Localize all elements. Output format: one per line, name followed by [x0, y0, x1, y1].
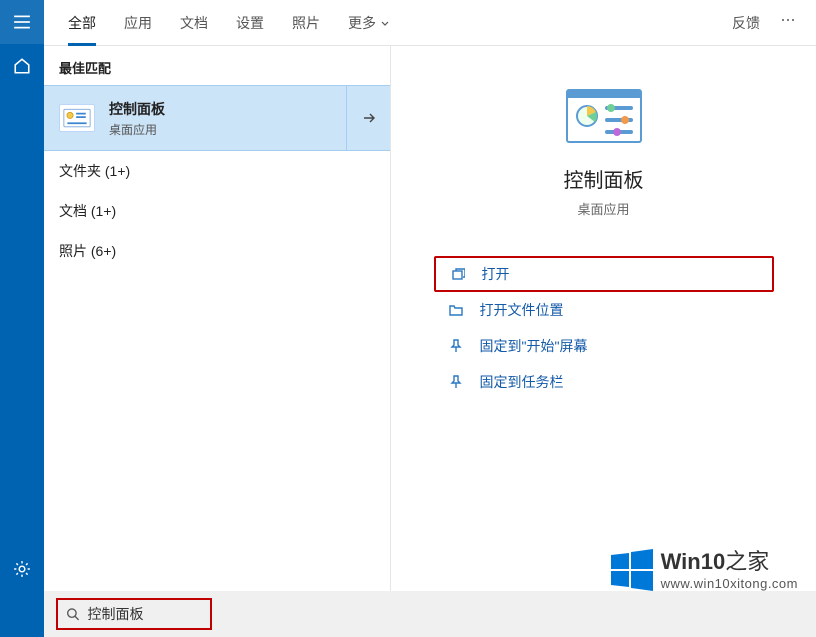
nav-rail	[0, 0, 44, 637]
home-icon	[13, 57, 31, 75]
results-panel: 最佳匹配 控制面板	[44, 46, 391, 637]
action-open-location[interactable]: 打开文件位置	[434, 292, 774, 328]
home-button[interactable]	[0, 44, 44, 88]
tab-more[interactable]: 更多	[334, 0, 404, 46]
group-folders[interactable]: 文件夹 (1+)	[44, 151, 390, 191]
tab-docs[interactable]: 文档	[166, 0, 222, 46]
preview-title: 控制面板	[564, 164, 644, 193]
tab-more-label: 更多	[348, 13, 376, 33]
search-bar	[44, 591, 816, 637]
settings-button[interactable]	[0, 547, 44, 591]
action-open-label: 打开	[482, 264, 510, 284]
tab-all[interactable]: 全部	[54, 0, 110, 46]
result-subtitle: 桌面应用	[109, 121, 165, 138]
hamburger-icon	[13, 13, 31, 31]
action-open-location-label: 打开文件位置	[480, 300, 564, 320]
pin-icon	[446, 339, 466, 353]
arrow-right-icon	[361, 110, 377, 126]
search-input[interactable]	[87, 606, 202, 622]
chevron-down-icon	[380, 18, 390, 28]
more-options-button[interactable]	[770, 12, 806, 33]
best-match-result[interactable]: 控制面板 桌面应用	[44, 85, 390, 151]
action-pin-start-label: 固定到"开始"屏幕	[480, 336, 588, 356]
action-pin-start[interactable]: 固定到"开始"屏幕	[434, 328, 774, 364]
tabs-bar: 全部 应用 文档 设置 照片 更多 反馈	[44, 0, 816, 46]
tab-apps[interactable]: 应用	[110, 0, 166, 46]
preview-panel: 控制面板 桌面应用 打开 打开文件位置	[391, 46, 816, 637]
feedback-button[interactable]: 反馈	[722, 13, 770, 33]
action-open[interactable]: 打开	[434, 256, 774, 292]
result-title: 控制面板	[109, 99, 165, 119]
folder-icon	[446, 303, 466, 317]
control-panel-large-icon	[565, 86, 643, 146]
action-pin-taskbar[interactable]: 固定到任务栏	[434, 364, 774, 400]
gear-icon	[13, 560, 31, 578]
expand-result-button[interactable]	[346, 86, 390, 150]
open-icon	[448, 267, 468, 281]
ellipsis-icon	[780, 12, 796, 28]
best-match-header: 最佳匹配	[44, 46, 390, 85]
search-icon	[66, 606, 79, 622]
group-photos[interactable]: 照片 (6+)	[44, 231, 390, 271]
search-box[interactable]	[56, 598, 212, 630]
pin-icon	[446, 375, 466, 389]
action-pin-taskbar-label: 固定到任务栏	[480, 372, 564, 392]
tab-settings[interactable]: 设置	[222, 0, 278, 46]
tab-photos[interactable]: 照片	[278, 0, 334, 46]
control-panel-icon	[59, 104, 95, 132]
group-documents[interactable]: 文档 (1+)	[44, 191, 390, 231]
menu-button[interactable]	[0, 0, 44, 44]
preview-subtitle: 桌面应用	[577, 199, 629, 218]
